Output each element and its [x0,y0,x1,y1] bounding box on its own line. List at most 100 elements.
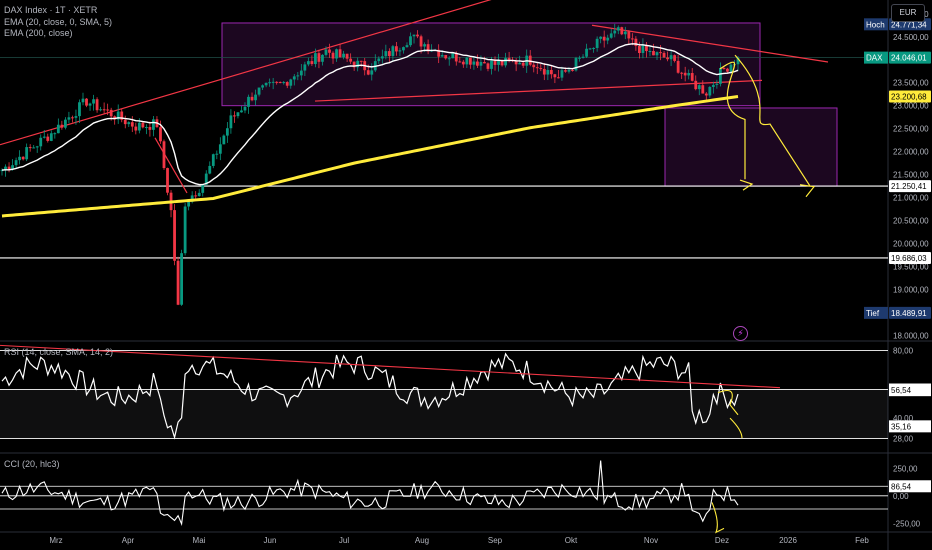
candle-body [328,49,331,53]
candle-body [659,52,662,54]
candle-body [715,83,719,85]
price-tag-label: Hoch [866,20,885,29]
candle-body [416,34,419,37]
cci-legend[interactable]: CCI (20, hlc3) [4,459,60,469]
candle-body [366,70,370,75]
time-tick-label: Mai [193,536,206,545]
candle-body [461,61,465,65]
candle-body [342,53,345,58]
candle-body [211,154,215,166]
time-tick-label: 2026 [779,536,797,545]
candle-body [451,52,455,59]
candle-body [225,128,229,136]
candle-body [331,52,335,59]
candle-body [662,52,666,58]
price-tick-label: 22.000,00 [893,148,929,157]
candle-body [518,62,522,65]
candle-body [335,49,338,59]
candle-body [264,82,268,86]
candle-body [483,61,486,64]
ema20-legend[interactable]: EMA (20, close, 0, SMA, 5) [4,17,112,27]
candle-body [218,144,222,154]
lightning-icon[interactable]: ⚡ [733,326,748,341]
candle-body [236,112,240,117]
candle-body [655,52,659,56]
candle-body [123,119,127,125]
candle-body [726,68,729,72]
candle-body [81,98,85,103]
candle-body [402,47,405,51]
candle-body [148,126,152,130]
candle-body [197,192,201,197]
price-tag-value: 24.046,01 [891,54,927,63]
candle-body [208,165,212,174]
candle-body [32,147,36,149]
time-tick-label: Sep [488,536,503,545]
candle-body [564,70,567,72]
candle-body [317,53,321,62]
rsi-legend[interactable]: RSI (14, close, SMA, 14, 2) [4,347,113,357]
candle-body [387,51,391,57]
chart-canvas[interactable]: 25.000,0024.500,0024.000,0023.500,0023.0… [0,0,932,550]
candle-body [21,156,25,160]
candle-body [109,109,113,117]
candle-body [303,64,307,71]
candle-body [370,70,374,75]
rsi-tag-value: 56,54 [891,386,912,395]
time-tick-label: Aug [415,536,429,545]
candle-body [479,61,483,66]
candle-body [613,30,617,34]
rsi-trendline [0,344,781,389]
candle-body [240,110,243,113]
symbol-legend[interactable]: DAX Index · 1T · XETR [4,5,97,15]
candle-body [637,46,641,53]
price-tag-label: DAX [866,54,883,63]
candle-body [74,116,78,118]
time-tick-label: Feb [855,536,869,545]
candle-body [676,60,680,73]
candle-body [88,103,92,106]
candle-body [28,147,32,149]
candle-body [567,69,571,72]
candle-body [697,85,701,90]
candle-body [507,57,511,60]
ema200-legend[interactable]: EMA (200, close) [4,28,73,38]
candle-body [472,61,476,65]
candle-body [468,57,472,65]
candle-body [141,122,145,128]
rsi-tick-label: 28,00 [893,434,914,443]
candle-body [106,109,110,111]
price-tick-label: 22.500,00 [893,125,929,134]
candle-body [261,85,264,88]
candle-body [687,73,691,76]
candle-body [130,122,134,127]
candle-body [180,253,183,305]
candle-body [398,50,402,52]
candle-body [194,195,198,197]
candle-body [711,84,715,87]
price-tick-label: 21.000,00 [893,194,929,203]
candle-body [683,72,687,76]
candle-body [412,34,416,37]
candle-body [557,77,560,79]
candle-body [669,55,673,60]
candle-body [92,99,95,104]
candle-body [599,36,603,39]
candle-body [465,57,469,65]
candle-body [701,85,705,94]
candle-body [42,136,46,138]
time-tick-label: Okt [565,536,578,545]
time-tick-label: Apr [122,536,135,545]
time-tick-label: Dez [715,536,729,545]
price-tick-label: 24.500,00 [893,33,929,42]
candle-body [85,98,88,106]
price-tick-label: 23.500,00 [893,79,929,88]
cci-tick-label: -250,00 [893,519,921,528]
candle-body [609,33,613,38]
time-tick-label: Jul [339,536,349,545]
price-tick-label: 18.000,00 [893,331,929,340]
candle-body [602,36,606,41]
currency-button[interactable]: EUR [891,4,925,22]
candle-body [722,68,726,70]
candle-body [310,61,314,65]
